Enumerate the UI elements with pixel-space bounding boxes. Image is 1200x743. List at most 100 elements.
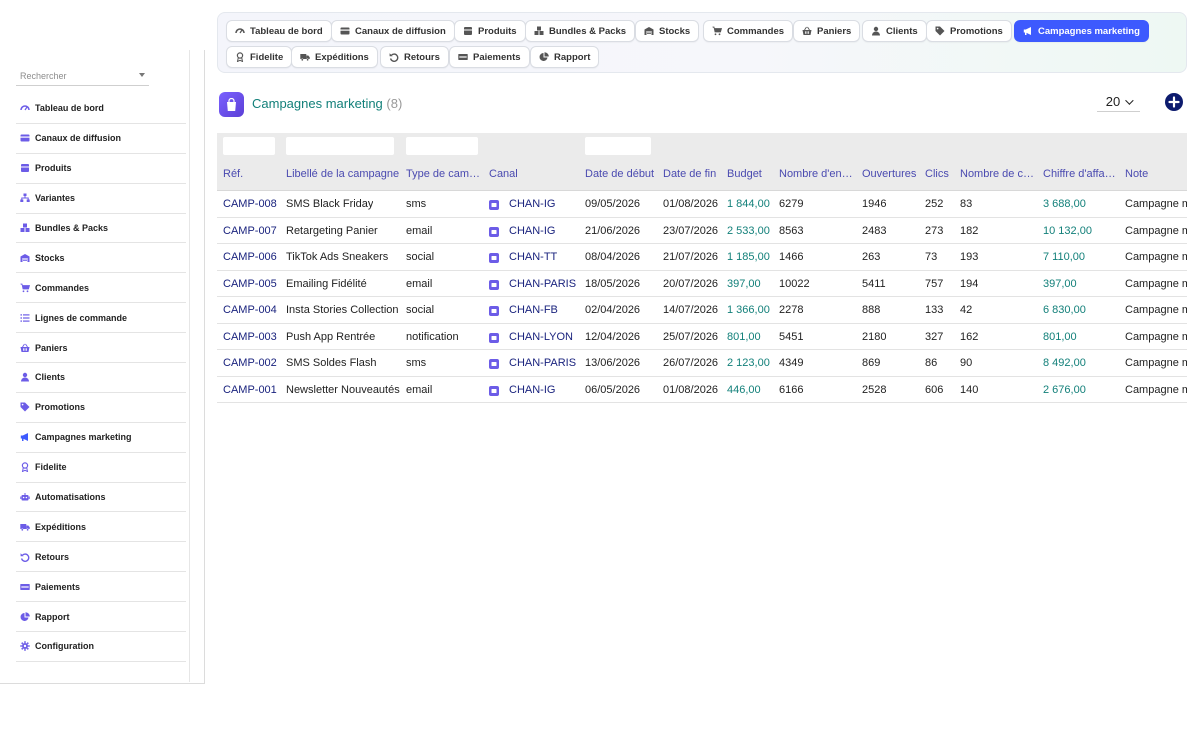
channel-link[interactable]: CHAN-TT <box>509 251 557 263</box>
sidebar-item-commandes[interactable]: Commandes <box>16 273 186 304</box>
table-row[interactable]: CAMP-005 Emailing Fidélité email CHAN-PARIS… <box>217 271 1187 297</box>
campaign-ref-link[interactable]: CAMP-005 <box>223 278 277 290</box>
table-cell: 06/05/2026 <box>585 383 641 396</box>
table-cell: 193 <box>960 251 979 263</box>
sidebar-item-promotions[interactable]: Promotions <box>16 393 186 423</box>
campaign-ref-link[interactable]: CAMP-007 <box>223 225 277 237</box>
tab-campagnes-marketing[interactable]: Campagnes marketing <box>1014 20 1149 42</box>
megaphone-icon <box>1023 26 1033 36</box>
table-row[interactable]: CAMP-002 SMS Soldes Flash sms CHAN-PARIS 13/… <box>217 350 1187 377</box>
table-cell: 01/08/2026 <box>663 383 719 396</box>
tab-commandes[interactable]: Commandes <box>703 20 794 42</box>
column-header[interactable]: Ouvertures <box>862 168 916 180</box>
per-page-select[interactable]: 20 <box>1097 92 1140 112</box>
tab-stocks[interactable]: Stocks <box>635 20 700 42</box>
tab-label: Expéditions <box>315 51 369 63</box>
column-header[interactable]: Chiffre d'affa… <box>1043 168 1116 180</box>
column-header[interactable]: Réf. <box>223 168 243 180</box>
sidebar-item-clients[interactable]: Clients <box>16 363 186 393</box>
table-row[interactable]: CAMP-004 Insta Stories Collection social CH… <box>217 297 1187 324</box>
column-header[interactable]: Nombre de c… <box>960 168 1034 180</box>
column-header[interactable]: Date de fin <box>663 168 716 180</box>
column-filter-input[interactable] <box>223 137 275 155</box>
table-row[interactable]: CAMP-001 Newsletter Nouveautés email CHAN-I… <box>217 377 1187 403</box>
warehouse-icon <box>644 26 654 36</box>
sidebar-item-produits[interactable]: Produits <box>16 154 186 184</box>
tab-fidelite[interactable]: Fidelite <box>226 46 293 68</box>
sidebar-item-lignes-de-commande[interactable]: Lignes de commande <box>16 303 186 334</box>
campaign-ref-link[interactable]: CAMP-001 <box>223 384 277 396</box>
table-cell: 8 492,00 <box>1043 357 1086 369</box>
dropdown-caret-icon[interactable] <box>139 73 145 77</box>
tab-expeditions[interactable]: Expéditions <box>291 46 378 68</box>
channel-link[interactable]: CHAN-LYON <box>509 331 573 343</box>
column-header[interactable]: Type de cam… <box>406 168 480 180</box>
sidebar-item-retours[interactable]: Retours <box>16 542 186 573</box>
tab-produits[interactable]: Produits <box>454 20 526 42</box>
tab-paniers[interactable]: Paniers <box>793 20 861 42</box>
sidebar-item-bundles-packs[interactable]: Bundles & Packs <box>16 214 186 244</box>
column-header[interactable]: Date de début <box>585 168 654 180</box>
sidebar-item-tableau-de-bord[interactable]: Tableau de bord <box>16 94 186 124</box>
sidebar-item-label: Tableau de bord <box>35 103 104 114</box>
sidebar-item-canaux-de-diffusion[interactable]: Canaux de diffusion <box>16 124 186 154</box>
channel-link[interactable]: CHAN-PARIS <box>509 357 576 369</box>
tab-promotions[interactable]: Promotions <box>926 20 1012 42</box>
channel-link[interactable]: CHAN-FB <box>509 304 558 316</box>
sidebar-item-campagnes-marketing[interactable]: Campagnes marketing <box>16 423 186 453</box>
table-cell: SMS Black Friday <box>286 198 374 210</box>
sidebar-item-label: Automatisations <box>35 492 106 503</box>
column-header[interactable]: Budget <box>727 168 762 180</box>
sidebar-item-variantes[interactable]: Variantes <box>16 184 186 214</box>
table-cell: Campagne m <box>1125 330 1187 343</box>
tab-tableau-de-bord[interactable]: Tableau de bord <box>226 20 332 42</box>
channel-link[interactable]: CHAN-PARIS <box>509 278 576 290</box>
campaign-ref-link[interactable]: CAMP-008 <box>223 198 277 210</box>
sidebar-item-rapport[interactable]: Rapport <box>16 602 186 633</box>
table-cell: 2 533,00 <box>727 224 770 237</box>
sidebar-item-paiements[interactable]: Paiements <box>16 572 186 603</box>
campaign-ref-link[interactable]: CAMP-002 <box>223 357 277 369</box>
column-header[interactable]: Nombre d'en… <box>779 168 853 180</box>
table-cell: TikTok Ads Sneakers <box>286 251 389 263</box>
list-icon <box>19 312 30 323</box>
table-cell: email <box>406 383 433 396</box>
channel-link[interactable]: CHAN-IG <box>509 225 555 237</box>
table-row[interactable]: CAMP-003 Push App Rentrée notification CHAN… <box>217 324 1187 350</box>
tab-canaux-de-diffusion[interactable]: Canaux de diffusion <box>331 20 455 42</box>
sidebar-item-paniers[interactable]: Paniers <box>16 333 186 364</box>
table-cell: notification <box>406 330 459 343</box>
sidebar-item-automatisations[interactable]: Automatisations <box>16 483 186 513</box>
tab-paiements[interactable]: Paiements <box>449 46 530 68</box>
table-cell: 02/04/2026 <box>585 304 641 316</box>
column-header[interactable]: Canal <box>489 168 518 180</box>
channel-link[interactable]: CHAN-IG <box>509 198 555 210</box>
table-row[interactable]: CAMP-008 SMS Black Friday sms CHAN-IG 09/05/… <box>217 191 1187 218</box>
column-filter-input[interactable] <box>286 137 394 155</box>
sidebar-item-configuration[interactable]: Configuration <box>16 632 186 662</box>
column-header[interactable]: Libellé de la campagne <box>286 168 399 180</box>
search-input[interactable] <box>16 66 149 86</box>
channel-link[interactable]: CHAN-IG <box>509 384 555 396</box>
tab-rapport[interactable]: Rapport <box>530 46 600 68</box>
column-header[interactable]: Note <box>1125 168 1148 180</box>
add-button[interactable] <box>1165 93 1183 111</box>
sidebar-item-label: Bundles & Packs <box>35 223 109 233</box>
tab-retours[interactable]: Retours <box>380 46 449 68</box>
bag-icon <box>219 92 244 117</box>
table-row[interactable]: CAMP-006 TikTok Ads Sneakers social CHAN-TT… <box>217 244 1187 271</box>
sidebar-item-expeditions[interactable]: Expéditions <box>16 512 186 543</box>
column-header[interactable]: Clics <box>925 168 949 180</box>
column-filter-input[interactable] <box>406 137 478 155</box>
table-cell: 21/07/2026 <box>663 251 719 263</box>
campaign-ref-link[interactable]: CAMP-006 <box>223 251 277 263</box>
campaign-ref-link[interactable]: CAMP-004 <box>223 304 277 316</box>
sidebar-item-fidelite[interactable]: Fidelite <box>16 453 186 483</box>
sidebar-item-stocks[interactable]: Stocks <box>16 243 186 274</box>
campaign-ref-link[interactable]: CAMP-003 <box>223 331 277 343</box>
tab-bundles-packs[interactable]: Bundles & Packs <box>525 20 636 42</box>
column-filter-input[interactable] <box>585 137 651 155</box>
table-row[interactable]: CAMP-007 Retargeting Panier email CHAN-IG 21… <box>217 218 1187 244</box>
sidebar-search[interactable] <box>16 66 149 86</box>
tab-clients[interactable]: Clients <box>862 20 927 42</box>
